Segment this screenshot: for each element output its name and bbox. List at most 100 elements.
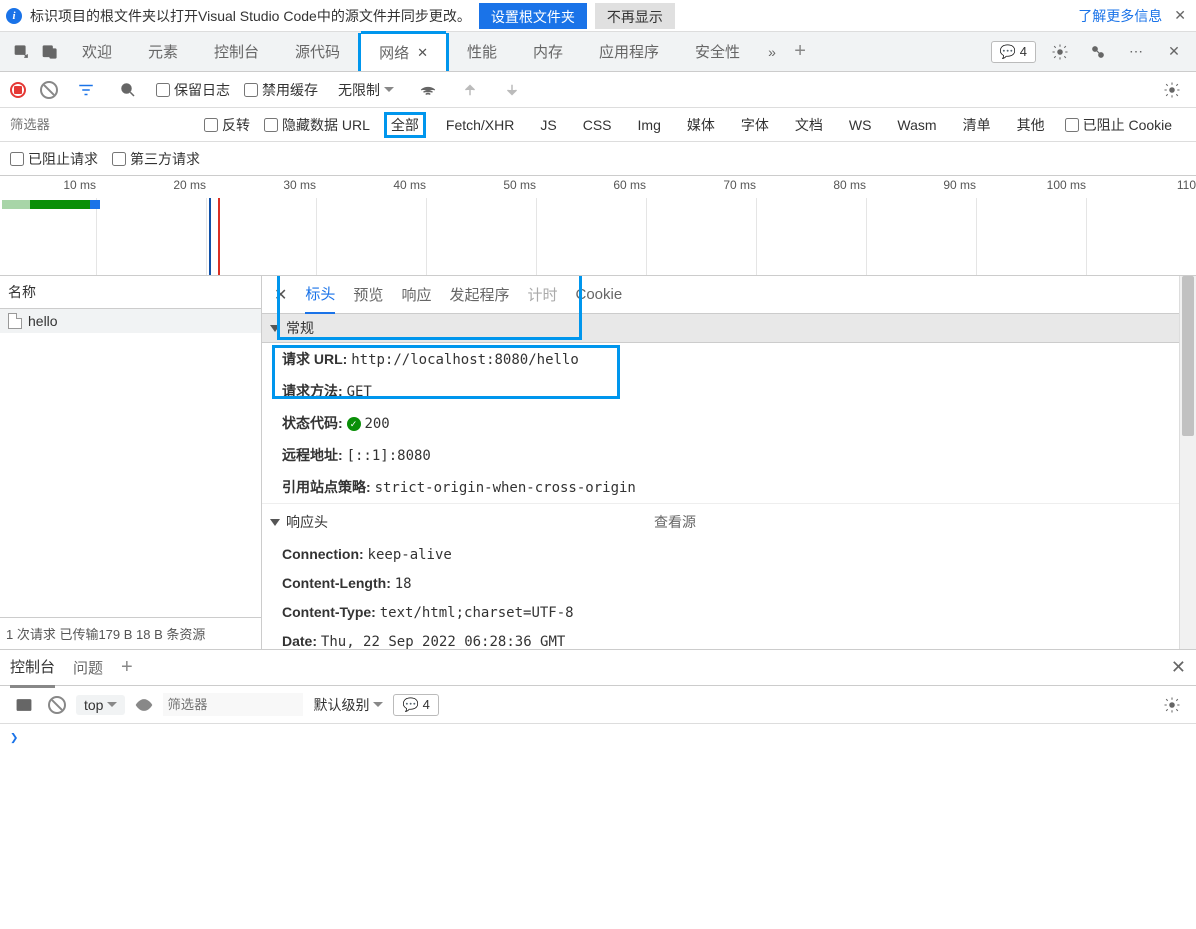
tab-console[interactable]: 控制台	[196, 32, 277, 72]
detail-tab-initiator[interactable]: 发起程序	[449, 276, 509, 313]
filter-type-all[interactable]: 全部	[384, 112, 426, 138]
detail-tab-preview[interactable]: 预览	[353, 276, 383, 313]
device-toggle-icon[interactable]	[36, 38, 64, 66]
console-filter-input[interactable]	[163, 693, 303, 716]
tab-elements[interactable]: 元素	[130, 32, 196, 72]
timeline-tick: 10 ms	[63, 178, 96, 192]
drawer-tab-console[interactable]: 控制台	[10, 648, 55, 688]
filter-type-img[interactable]: Img	[632, 115, 667, 135]
tab-memory[interactable]: 内存	[515, 32, 581, 72]
view-source-link[interactable]: 查看源	[654, 512, 696, 532]
filter-type-js[interactable]: JS	[534, 115, 562, 135]
collapse-icon	[270, 519, 280, 526]
filter-type-ws[interactable]: WS	[843, 115, 878, 135]
invert-label: 反转	[222, 115, 250, 135]
detail-tab-response[interactable]: 响应	[401, 276, 431, 313]
set-root-folder-button[interactable]: 设置根文件夹	[479, 3, 587, 29]
close-icon[interactable]: ✕	[1170, 7, 1190, 24]
log-level-select[interactable]: 默认级别	[313, 695, 383, 715]
more-tabs-icon[interactable]: »	[758, 38, 786, 66]
close-drawer-icon[interactable]: ✕	[1171, 657, 1186, 678]
detail-tab-headers[interactable]: 标头	[305, 276, 335, 315]
add-drawer-tab-icon[interactable]: +	[121, 656, 133, 679]
tab-sources[interactable]: 源代码	[277, 32, 358, 72]
filter-toggle-icon[interactable]	[72, 76, 100, 104]
tab-network[interactable]: 网络 ✕	[361, 31, 446, 71]
inspect-icon[interactable]	[8, 38, 36, 66]
tab-security[interactable]: 安全性	[677, 32, 758, 72]
issue-dot-icon: 💬	[402, 697, 418, 713]
close-devtools-icon[interactable]: ✕	[1160, 38, 1188, 66]
request-row[interactable]: hello	[0, 309, 261, 333]
response-headers-section[interactable]: 响应头 查看源	[262, 503, 1196, 540]
caret-down-icon	[373, 702, 383, 707]
hide-data-label: 隐藏数据 URL	[282, 115, 370, 135]
throttling-select[interactable]: 无限制	[332, 80, 400, 100]
export-har-icon[interactable]	[498, 76, 526, 104]
learn-more-link[interactable]: 了解更多信息	[1078, 6, 1162, 26]
timeline-tick: 20 ms	[173, 178, 206, 192]
filter-input[interactable]	[10, 117, 190, 132]
tab-network-label: 网络	[379, 42, 409, 63]
hdr-v: keep-alive	[368, 547, 452, 563]
issues-count: 4	[1020, 44, 1027, 59]
context-select[interactable]: top	[76, 695, 125, 715]
invert-checkbox[interactable]: 反转	[204, 115, 250, 135]
info-message: 标识项目的根文件夹以打开Visual Studio Code中的源文件并同步更改…	[30, 6, 471, 26]
filter-type-manifest[interactable]: 清单	[957, 113, 997, 137]
hide-data-urls-checkbox[interactable]: 隐藏数据 URL	[264, 115, 370, 135]
live-expression-icon[interactable]	[135, 696, 153, 714]
dismiss-button[interactable]: 不再显示	[595, 3, 675, 29]
console-prompt[interactable]: ❯	[0, 724, 1196, 752]
close-detail-icon[interactable]: ✕	[274, 285, 287, 305]
network-timeline[interactable]: 10 ms 20 ms 30 ms 40 ms 50 ms 60 ms 70 m…	[0, 176, 1196, 276]
settings-icon[interactable]	[1046, 38, 1074, 66]
clear-console-icon[interactable]	[48, 696, 66, 714]
tab-close-icon[interactable]: ✕	[417, 45, 428, 61]
filter-type-media[interactable]: 媒体	[681, 113, 721, 137]
console-settings-icon[interactable]	[1158, 691, 1186, 719]
detail-tab-cookie[interactable]: Cookie	[575, 278, 622, 311]
name-column-header[interactable]: 名称	[0, 276, 261, 309]
general-section-header[interactable]: 常规	[262, 314, 1196, 343]
url-label: 请求 URL:	[282, 351, 347, 367]
tab-welcome[interactable]: 欢迎	[64, 32, 130, 72]
blocked-cookies-checkbox[interactable]: 已阻止 Cookie	[1065, 115, 1172, 135]
issue-dot-icon: 💬	[1000, 44, 1016, 60]
add-tab-icon[interactable]: +	[786, 38, 814, 66]
method-label: 请求方法:	[282, 383, 343, 399]
tab-application[interactable]: 应用程序	[581, 32, 677, 72]
filter-type-other[interactable]: 其他	[1011, 113, 1051, 137]
drawer-tab-issues[interactable]: 问题	[73, 649, 103, 686]
activity-icon[interactable]	[1084, 38, 1112, 66]
network-conditions-icon[interactable]	[414, 76, 442, 104]
network-settings-icon[interactable]	[1158, 76, 1186, 104]
search-icon[interactable]	[114, 76, 142, 104]
blocked-requests-checkbox[interactable]: 已阻止请求	[10, 149, 98, 169]
filter-type-font[interactable]: 字体	[735, 113, 775, 137]
method-value: GET	[347, 384, 372, 400]
preserve-log-checkbox[interactable]: 保留日志	[156, 80, 230, 100]
filter-type-fetchxhr[interactable]: Fetch/XHR	[440, 115, 520, 135]
import-har-icon[interactable]	[456, 76, 484, 104]
console-issues-badge[interactable]: 💬 4	[393, 694, 438, 716]
timeline-tick: 60 ms	[613, 178, 646, 192]
scrollbar[interactable]	[1179, 276, 1196, 649]
tab-performance[interactable]: 性能	[449, 32, 515, 72]
timeline-tick: 90 ms	[943, 178, 976, 192]
filter-type-doc[interactable]: 文档	[789, 113, 829, 137]
console-sidebar-icon[interactable]	[10, 691, 38, 719]
scrollbar-thumb[interactable]	[1182, 276, 1194, 436]
disable-cache-checkbox[interactable]: 禁用缓存	[244, 80, 318, 100]
collapse-icon	[270, 325, 280, 332]
kebab-menu-icon[interactable]: ⋯	[1122, 38, 1150, 66]
filter-type-css[interactable]: CSS	[577, 115, 618, 135]
record-button[interactable]	[10, 82, 26, 98]
issues-badge[interactable]: 💬 4	[991, 41, 1036, 63]
status-bar: 1 次请求 已传输179 B 18 B 条资源	[0, 617, 261, 649]
detail-tab-timing[interactable]: 计时	[527, 276, 557, 313]
filter-type-wasm[interactable]: Wasm	[891, 115, 942, 135]
clear-button[interactable]	[40, 81, 58, 99]
third-party-checkbox[interactable]: 第三方请求	[112, 149, 200, 169]
devtools-tabs: 欢迎 元素 控制台 源代码 网络 ✕ 性能 内存 应用程序 安全性 » + 💬 4…	[0, 32, 1196, 72]
